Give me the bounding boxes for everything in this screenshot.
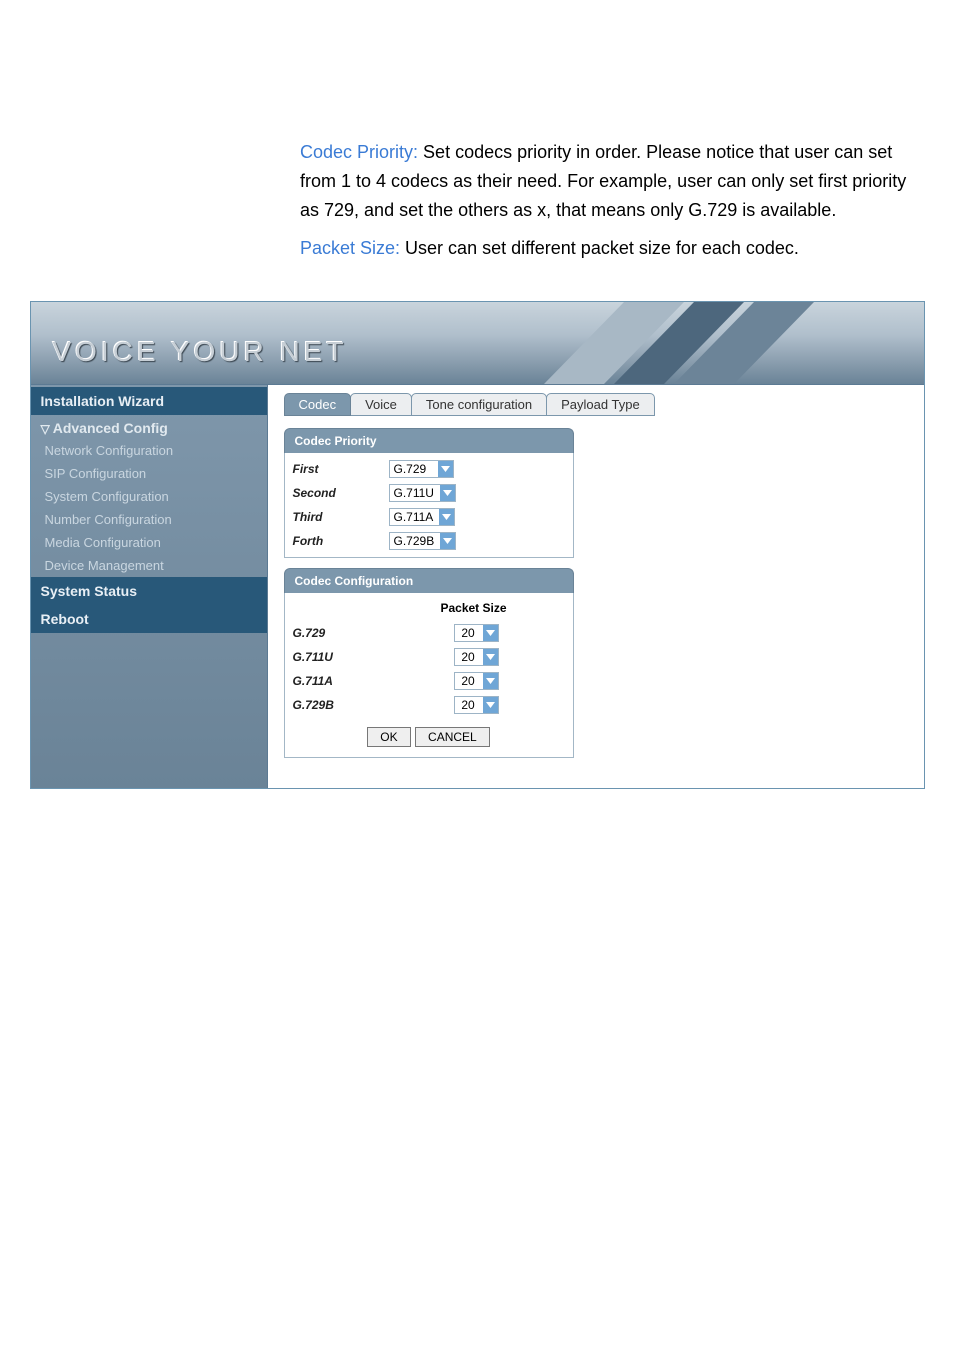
advanced-config-label: Advanced Config (53, 420, 168, 436)
codec-label: G.729B (285, 693, 381, 717)
priority-select-second[interactable]: G.711U (389, 484, 456, 502)
tab-voice[interactable]: Voice (350, 393, 412, 416)
chevron-down-icon (438, 461, 453, 477)
sidebar-item-system[interactable]: System Configuration (31, 485, 267, 508)
priority-row-forth: Forth G.729B (285, 529, 573, 553)
codec-row-g711a: G.711A 20 (285, 669, 573, 693)
priority-select-first[interactable]: G.729 (389, 460, 454, 478)
sidebar-reboot[interactable]: Reboot (31, 605, 267, 633)
priority-label-third: Third (285, 505, 381, 529)
codec-config-title: Codec Configuration (284, 568, 574, 593)
chevron-down-icon (483, 673, 498, 689)
packet-size-label: Packet Size: (300, 238, 405, 258)
priority-select-third[interactable]: G.711A (389, 508, 456, 526)
chevron-down-icon (483, 625, 498, 641)
sidebar-item-device[interactable]: Device Management (31, 554, 267, 577)
ok-button[interactable]: OK (367, 727, 410, 747)
tab-codec[interactable]: Codec (284, 393, 352, 416)
priority-row-second: Second G.711U (285, 481, 573, 505)
sidebar-install-wizard[interactable]: Installation Wizard (31, 387, 267, 415)
chevron-down-icon (483, 697, 498, 713)
codec-label: G.711U (285, 645, 381, 669)
sidebar-item-sip[interactable]: SIP Configuration (31, 462, 267, 485)
codec-config-section: Codec Configuration Packet Size G.729 20 (284, 568, 574, 758)
codec-priority-title: Codec Priority (284, 428, 574, 453)
cancel-button[interactable]: CANCEL (415, 727, 490, 747)
tab-payload[interactable]: Payload Type (546, 393, 655, 416)
codec-priority-label: Codec Priority: (300, 142, 423, 162)
sidebar-system-status[interactable]: System Status (31, 577, 267, 605)
chevron-down-icon (483, 649, 498, 665)
packet-select-g711u[interactable]: 20 (454, 648, 499, 666)
banner-stripes-icon (484, 302, 864, 384)
chevron-down-icon (440, 485, 455, 501)
doc-paragraph-codec-priority: Codec Priority: Set codecs priority in o… (300, 138, 914, 224)
packet-select-g711a[interactable]: 20 (454, 672, 499, 690)
priority-select-forth[interactable]: G.729B (389, 532, 457, 550)
sidebar-item-number[interactable]: Number Configuration (31, 508, 267, 531)
banner: VOICE YOUR NET (31, 302, 924, 385)
doc-paragraph-packet-size: Packet Size: User can set different pack… (300, 234, 914, 263)
sidebar: Installation Wizard ▽Advanced Config Net… (31, 385, 268, 788)
codec-row-g711u: G.711U 20 (285, 645, 573, 669)
packet-size-header: Packet Size (285, 597, 573, 621)
priority-label-first: First (285, 457, 381, 481)
chevron-down-icon (439, 509, 454, 525)
chevron-down-icon (440, 533, 455, 549)
config-panel: VOICE YOUR NET Installation Wizard ▽Adva… (30, 301, 925, 789)
sidebar-item-network[interactable]: Network Configuration (31, 439, 267, 462)
tab-tone[interactable]: Tone configuration (411, 393, 547, 416)
triangle-down-icon: ▽ (41, 422, 50, 436)
main-content: Codec Voice Tone configuration Payload T… (268, 385, 924, 788)
priority-row-first: First G.729 (285, 457, 573, 481)
codec-priority-section: Codec Priority First G.729 (284, 428, 574, 558)
banner-title: VOICE YOUR NET (53, 336, 348, 368)
priority-label-second: Second (285, 481, 381, 505)
priority-row-third: Third G.711A (285, 505, 573, 529)
codec-label: G.711A (285, 669, 381, 693)
packet-select-g729[interactable]: 20 (454, 624, 499, 642)
sidebar-advanced-config[interactable]: ▽Advanced Config (31, 415, 267, 439)
sidebar-item-media[interactable]: Media Configuration (31, 531, 267, 554)
codec-row-g729b: G.729B 20 (285, 693, 573, 717)
packet-size-text: User can set different packet size for e… (405, 238, 799, 258)
tabs: Codec Voice Tone configuration Payload T… (284, 393, 924, 416)
packet-select-g729b[interactable]: 20 (454, 696, 499, 714)
priority-label-forth: Forth (285, 529, 381, 553)
codec-label: G.729 (285, 621, 381, 645)
codec-row-g729: G.729 20 (285, 621, 573, 645)
